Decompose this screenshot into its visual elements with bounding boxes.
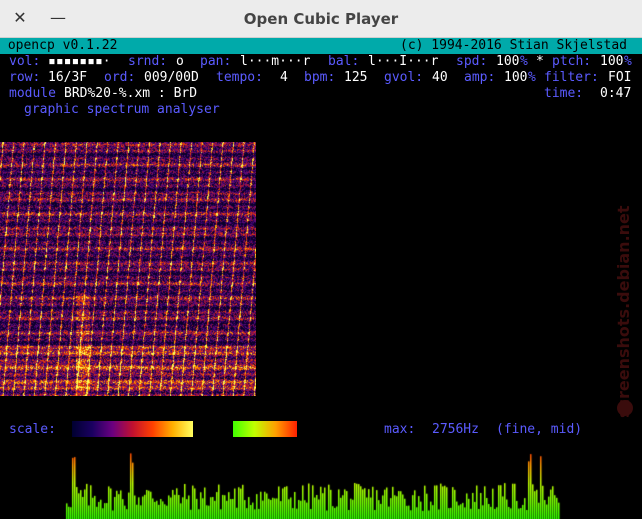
tempo-label: tempo: <box>216 70 263 85</box>
filter-value: FOI <box>608 70 632 85</box>
bar-color-scale <box>233 421 297 437</box>
ptch-percent: % <box>624 54 632 69</box>
filter-label: filter: <box>544 70 599 85</box>
bpm-label: bpm: <box>304 70 336 85</box>
bpm-value: 125 <box>344 70 368 85</box>
scale-label: scale: <box>9 422 56 437</box>
ord-value: 009/00D <box>144 70 199 85</box>
copyright: (c) 1994-2016 Stian Skjelstad <box>400 38 627 53</box>
vol-value: ▪▪▪▪▪▪▪· <box>48 54 111 69</box>
pan-label: pan: <box>200 54 232 69</box>
max-value: 2756Hz <box>432 422 479 437</box>
time-value: 0:47 <box>600 86 632 101</box>
row-label: row: <box>9 70 41 85</box>
gvol-value: 40 <box>432 70 448 85</box>
scale-mode: (fine, mid) <box>496 422 583 437</box>
spectrogram-display <box>0 142 256 396</box>
app-version: opencp v0.1.22 <box>0 38 118 53</box>
spectrogram-color-scale <box>72 421 193 437</box>
window-title: Open Cubic Player <box>243 10 399 28</box>
module-value: BRD%20-%.xm : BrD <box>64 86 198 101</box>
bal-label: bal: <box>328 54 360 69</box>
watermark-text: screenshots.debian.net <box>614 205 633 418</box>
pan-value: l···m···r <box>240 54 311 69</box>
gvol-label: gvol: <box>384 70 424 85</box>
spectrum-bars <box>0 448 600 519</box>
mode-title: graphic spectrum analyser <box>24 102 220 117</box>
row-value: 16/3F <box>48 70 88 85</box>
ord-label: ord: <box>104 70 136 85</box>
spd-value: 100 <box>496 54 520 69</box>
status-line-1: vol: ▪▪▪▪▪▪▪· srnd: o pan: l···m···r bal… <box>0 54 642 70</box>
window-titlebar: ✕ — Open Cubic Player <box>0 0 642 38</box>
watermark: screenshots.debian.net <box>614 205 633 418</box>
tempo-value: 4 <box>280 70 288 85</box>
amp-label: amp: <box>464 70 496 85</box>
srnd-label: srnd: <box>128 54 168 69</box>
status-line-3: module BRD%20-%.xm : BrD time: 0:47 <box>0 86 642 102</box>
ptch-value: 100 <box>600 54 624 69</box>
status-line-2: row: 16/3F ord: 009/00D tempo: 4 bpm: 12… <box>0 70 642 86</box>
watermark-logo-icon <box>617 400 633 416</box>
max-label: max: <box>384 422 416 437</box>
srnd-value: o <box>176 54 184 69</box>
module-label: module <box>9 86 56 101</box>
spd-label: spd: <box>456 54 488 69</box>
amp-percent: % <box>528 70 536 85</box>
lock-star: * <box>536 54 544 69</box>
time-label: time: <box>544 86 584 101</box>
bal-value: l···I···r <box>368 54 439 69</box>
spd-percent: % <box>520 54 528 69</box>
vol-label: vol: <box>9 54 41 69</box>
ptch-label: ptch: <box>552 54 592 69</box>
amp-value: 100 <box>504 70 528 85</box>
terminal-area[interactable]: opencp v0.1.22 (c) 1994-2016 Stian Skjel… <box>0 38 642 519</box>
header-bar: opencp v0.1.22 (c) 1994-2016 Stian Skjel… <box>0 38 642 54</box>
